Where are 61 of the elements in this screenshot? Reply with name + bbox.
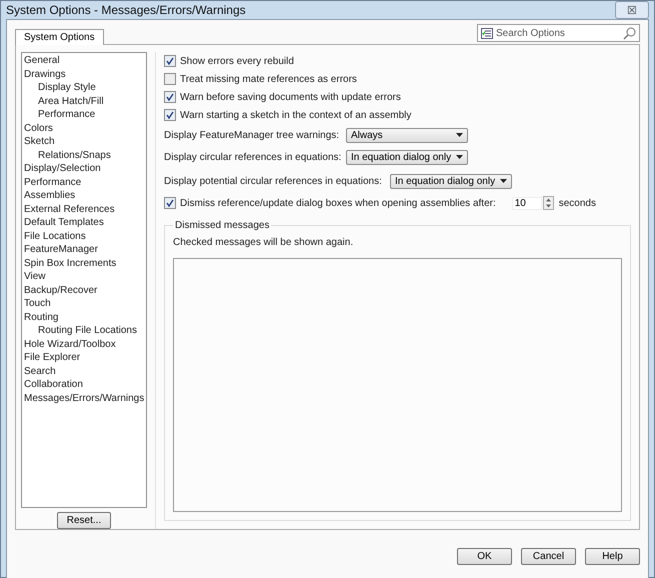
- tree-item[interactable]: External References: [24, 202, 115, 216]
- tree-item[interactable]: Spin Box Increments: [24, 256, 116, 270]
- dialog-button[interactable]: Cancel: [521, 548, 576, 565]
- tree-item[interactable]: Assemblies: [24, 189, 76, 202]
- tree-item[interactable]: Routing: [24, 310, 58, 324]
- dropdown[interactable]: Always: [346, 128, 468, 142]
- tree-item[interactable]: Backup/Recover: [24, 284, 98, 297]
- window-title: System Options - Messages/Errors/Warnings: [6, 3, 246, 17]
- checkbox-label: Warn before saving documents with update errors: [180, 92, 401, 102]
- dropdown[interactable]: In equation dialog only: [346, 150, 468, 164]
- caret-icon: [456, 133, 463, 137]
- dialog-button[interactable]: Help: [585, 548, 640, 565]
- tree-item[interactable]: Relations/Snaps: [38, 148, 111, 162]
- checkbox-label: Warn starting a sketch in the context of an assembly: [180, 110, 412, 120]
- tree-item[interactable]: FeatureManager: [24, 243, 98, 256]
- tree-item[interactable]: File Explorer: [24, 351, 80, 364]
- tree-item[interactable]: Messages/Errors/Warnings: [24, 392, 144, 405]
- tree-item[interactable]: Performance: [24, 176, 82, 189]
- tree-item[interactable]: Collaboration: [24, 378, 83, 392]
- search-input[interactable]: Search Options: [496, 28, 620, 38]
- tree-item[interactable]: Display Style: [38, 81, 96, 94]
- tree-item[interactable]: Performance: [38, 108, 96, 122]
- tree-item[interactable]: General: [24, 54, 60, 68]
- list-icon: [481, 28, 493, 38]
- checkbox-label: Show errors every rebuild: [180, 56, 294, 66]
- tab[interactable]: System Options: [15, 29, 104, 45]
- tree-item[interactable]: Area Hatch/Fill: [38, 94, 104, 108]
- option-label: Display potential circular references in equations:: [164, 176, 383, 186]
- tree-item[interactable]: File Locations: [24, 230, 86, 243]
- number-field[interactable]: 10: [512, 196, 542, 210]
- option-label: Display circular references in equations:: [164, 152, 342, 162]
- checkbox-label: Treat missing mate references as errors: [180, 74, 357, 84]
- reset-button[interactable]: Reset...: [57, 512, 111, 529]
- checkbox[interactable]: [164, 73, 176, 85]
- tree-item[interactable]: Colors: [24, 122, 53, 135]
- tree-item[interactable]: Drawings: [24, 68, 66, 81]
- tree-item[interactable]: Sketch: [24, 135, 55, 148]
- tree-item[interactable]: Touch: [24, 297, 51, 310]
- group-title: Dismissed messages: [174, 220, 270, 231]
- dropdown[interactable]: In equation dialog only: [390, 174, 512, 188]
- tree-item[interactable]: Default Templates: [24, 216, 104, 230]
- hint-text: Checked messages will be shown again.: [173, 237, 354, 248]
- search-field[interactable]: Search Options: [477, 24, 640, 42]
- checkbox[interactable]: [164, 55, 176, 67]
- spin-arrows-icon[interactable]: [542, 196, 554, 210]
- dialog-button[interactable]: OK: [457, 548, 512, 565]
- tree-item[interactable]: Hole Wizard/Toolbox: [24, 338, 116, 351]
- tree-item[interactable]: Routing File Locations: [38, 324, 137, 338]
- unit-label: seconds: [558, 198, 596, 208]
- checkbox[interactable]: [164, 91, 176, 103]
- caret-icon: [500, 179, 507, 183]
- checkbox[interactable]: [164, 109, 176, 121]
- caret-icon: [456, 155, 463, 159]
- tree-item[interactable]: Display/Selection: [24, 162, 101, 176]
- tree-item[interactable]: Search: [24, 364, 56, 378]
- option-label: Display FeatureManager tree warnings:: [164, 130, 340, 140]
- tree-item[interactable]: View: [24, 270, 46, 284]
- close-button[interactable]: ☒: [615, 1, 649, 19]
- search-icon[interactable]: [623, 26, 636, 40]
- checkbox[interactable]: [164, 197, 176, 209]
- checkbox-label: Dismiss reference/update dialog boxes when opening assemblies after:: [180, 198, 496, 208]
